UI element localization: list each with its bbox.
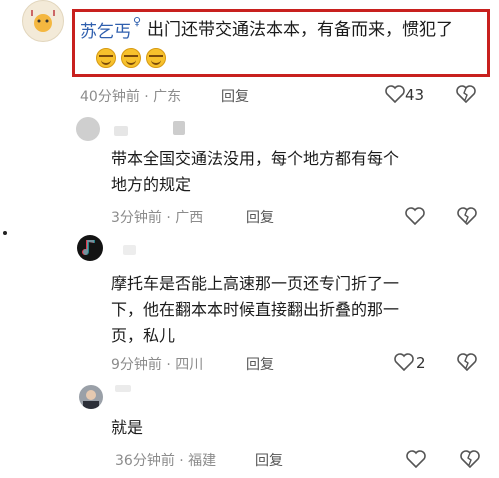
heart-outline-icon[interactable] [405, 207, 425, 225]
username-blurred [123, 245, 136, 255]
broken-heart-icon[interactable] [457, 207, 477, 225]
avatar[interactable] [79, 385, 103, 409]
comment-timestamp: 9分钟前 · 四川 [111, 357, 204, 373]
avatar[interactable] [77, 235, 103, 261]
reply-button[interactable]: 回复 [221, 86, 249, 106]
avatar[interactable] [76, 117, 100, 141]
edge-dot [3, 231, 7, 235]
comment-timestamp: 3分钟前 · 广西 [111, 210, 204, 226]
comment-text: 摩托车是否能上高速那一页还专门折了一 [111, 274, 400, 293]
comment-text: 下，他在翻本本时候直接翻出折叠的那一 [111, 300, 400, 319]
username-blurred [114, 126, 128, 136]
avatar[interactable] [22, 0, 64, 42]
laughing-crying-emoji [96, 48, 116, 68]
reply-button[interactable]: 回复 [246, 354, 274, 374]
broken-heart-icon[interactable] [456, 85, 476, 103]
username-blurred [115, 385, 131, 392]
emoji-row [96, 48, 166, 68]
comment-timestamp: 40分钟前 · 广东 [80, 89, 182, 105]
heart-outline-icon[interactable] [385, 85, 405, 103]
comment-text: 就是 [111, 418, 144, 437]
reply-button[interactable]: 回复 [246, 207, 274, 227]
like-count: 43 [405, 86, 425, 104]
like-count: 2 [416, 354, 426, 372]
username-blurred [173, 121, 185, 135]
reply-button[interactable]: 回复 [255, 450, 283, 470]
broken-heart-icon[interactable] [460, 450, 480, 468]
heart-outline-icon[interactable] [394, 353, 414, 371]
laughing-crying-emoji [146, 48, 166, 68]
heart-outline-icon[interactable] [406, 450, 426, 468]
comment-text: 地方的规定 [111, 175, 192, 194]
comment-timestamp: 36分钟前 · 福建 [115, 453, 217, 469]
broken-heart-icon[interactable] [457, 353, 477, 371]
laughing-crying-emoji [121, 48, 141, 68]
comment-text: 页，私儿 [111, 326, 176, 345]
comment-text: 带本全国交通法没用，每个地方都有每个 [111, 149, 400, 168]
comment-text: 出门还带交通法本本，有备而来，惯犯了 [147, 20, 453, 40]
